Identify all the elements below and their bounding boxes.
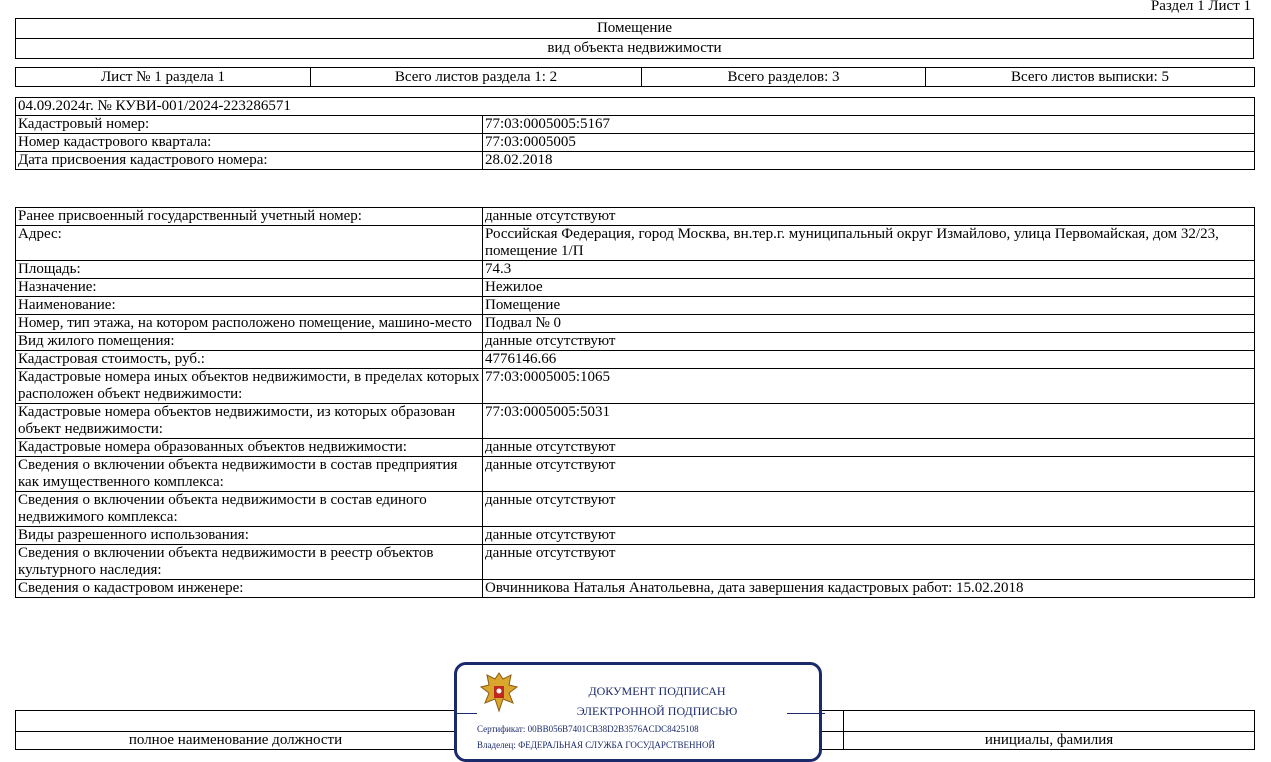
- field-label: Кадастровая стоимость, руб.:: [15, 350, 483, 369]
- field-value: данные отсутствуют: [482, 526, 1255, 545]
- field-label: Дата присвоения кадастрового номера:: [15, 151, 483, 170]
- footer-blank-cell: [15, 710, 456, 732]
- field-value: данные отсутствуют: [482, 332, 1255, 351]
- field-value: данные отсутствуют: [482, 207, 1255, 226]
- field-label: Виды разрешенного использования:: [15, 526, 483, 545]
- footer-blank-cell: [843, 710, 1255, 732]
- field-value: данные отсутствуют: [482, 456, 1255, 492]
- field-value: Подвал № 0: [482, 314, 1255, 333]
- field-value: 77:03:0005005:5031: [482, 403, 1255, 439]
- field-value: Российская Федерация, город Москва, вн.т…: [482, 225, 1255, 261]
- cadastral-info-table: 04.09.2024г. № КУВИ-001/2024-223286571 К…: [15, 97, 1255, 170]
- initials-label: инициалы, фамилия: [843, 731, 1255, 750]
- stamp-divider-left: [457, 713, 477, 714]
- field-value: 4776146.66: [482, 350, 1255, 369]
- field-value: 74.3: [482, 260, 1255, 279]
- property-details-table: Ранее присвоенный государственный учетны…: [15, 207, 1255, 598]
- sheets-total: Всего листов выписки: 5: [925, 67, 1255, 87]
- field-label: Ранее присвоенный государственный учетны…: [15, 207, 483, 226]
- object-title-table: Помещение вид объекта недвижимости: [15, 18, 1254, 59]
- field-label: Вид жилого помещения:: [15, 332, 483, 351]
- sheets-in-section: Всего листов раздела 1: 2: [310, 67, 642, 87]
- certificate-owner: Владелец: ФЕДЕРАЛЬНАЯ СЛУЖБА ГОСУДАРСТВЕ…: [477, 740, 716, 750]
- field-label: Сведения о включении объекта недвижимост…: [15, 456, 483, 492]
- object-subtitle: вид объекта недвижимости: [15, 38, 1254, 59]
- field-value: Нежилое: [482, 278, 1255, 297]
- sheet-number: Лист № 1 раздела 1: [15, 67, 311, 87]
- electronic-signature-stamp: ДОКУМЕНТ ПОДПИСАН ЭЛЕКТРОННОЙ ПОДПИСЬЮ С…: [454, 662, 825, 762]
- certificate-number: Сертификат: 00BB056B7401CB38D2B3576ACDC8…: [477, 724, 699, 734]
- field-value: данные отсутствуют: [482, 544, 1255, 580]
- field-value: 77:03:0005005:5167: [482, 115, 1255, 134]
- field-value: 77:03:0005005:1065: [482, 368, 1255, 404]
- document-reference: 04.09.2024г. № КУВИ-001/2024-223286571: [15, 97, 1255, 116]
- field-label: Сведения о кадастровом инженере:: [15, 579, 483, 598]
- sections-total: Всего разделов: 3: [641, 67, 926, 87]
- field-label: Номер кадастрового квартала:: [15, 133, 483, 152]
- section-sheet-label: Раздел 1 Лист 1: [1150, 0, 1251, 14]
- field-value: 77:03:0005005: [482, 133, 1255, 152]
- field-label: Кадастровый номер:: [15, 115, 483, 134]
- field-label: Адрес:: [15, 225, 483, 261]
- field-label: Наименование:: [15, 296, 483, 315]
- field-label: Кадастровые номера иных объектов недвижи…: [15, 368, 483, 404]
- field-label: Сведения о включении объекта недвижимост…: [15, 491, 483, 527]
- field-label: Кадастровые номера образованных объектов…: [15, 438, 483, 457]
- field-label: Площадь:: [15, 260, 483, 279]
- field-value: данные отсутствуют: [482, 438, 1255, 457]
- stamp-divider-right: [787, 713, 825, 714]
- signature-line-2: ЭЛЕКТРОННОЙ ПОДПИСЬЮ: [576, 704, 738, 718]
- field-label: Кадастровые номера объектов недвижимости…: [15, 403, 483, 439]
- field-value: Овчинникова Наталья Анатольевна, дата за…: [482, 579, 1255, 598]
- object-title: Помещение: [15, 18, 1254, 39]
- field-value: Помещение: [482, 296, 1255, 315]
- field-label: Номер, тип этажа, на котором расположено…: [15, 314, 483, 333]
- coat-of-arms-icon: [479, 672, 519, 713]
- sheet-info-table: Лист № 1 раздела 1 Всего листов раздела …: [15, 67, 1255, 87]
- position-label: полное наименование должности: [15, 731, 456, 750]
- signature-line-1: ДОКУМЕНТ ПОДПИСАН: [588, 684, 726, 698]
- field-label: Назначение:: [15, 278, 483, 297]
- field-label: Сведения о включении объекта недвижимост…: [15, 544, 483, 580]
- field-value: 28.02.2018: [482, 151, 1255, 170]
- field-value: данные отсутствуют: [482, 491, 1255, 527]
